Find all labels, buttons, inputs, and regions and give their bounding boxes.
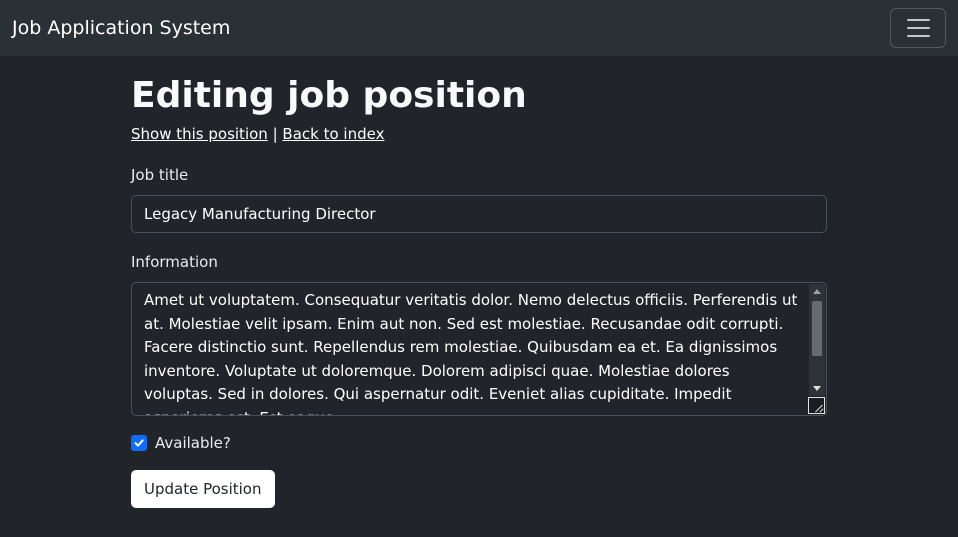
back-to-index-link[interactable]: Back to index xyxy=(282,125,384,143)
navbar: Job Application System xyxy=(0,0,958,56)
page-links: Show this position | Back to index xyxy=(131,124,827,144)
scrollbar-thumb[interactable] xyxy=(812,301,822,356)
navbar-toggler-button[interactable] xyxy=(890,8,946,48)
page-title: Editing job position xyxy=(131,75,527,116)
update-position-button[interactable]: Update Position xyxy=(131,470,275,508)
scroll-down-arrow-icon[interactable] xyxy=(813,386,821,391)
link-separator: | xyxy=(272,125,278,143)
hamburger-menu-icon-bar xyxy=(906,35,930,37)
information-label: Information xyxy=(131,253,218,271)
information-value: Amet ut voluptatem. Consequatur veritati… xyxy=(144,291,798,415)
textarea-scrollbar[interactable] xyxy=(809,284,825,396)
job-title-label: Job title xyxy=(131,166,189,184)
show-position-link[interactable]: Show this position xyxy=(131,125,268,143)
available-checkbox[interactable] xyxy=(131,435,147,451)
information-textarea[interactable]: Amet ut voluptatem. Consequatur veritati… xyxy=(131,282,827,416)
navbar-brand[interactable]: Job Application System xyxy=(12,17,230,39)
job-title-value: Legacy Manufacturing Director xyxy=(144,205,376,223)
job-title-input[interactable]: Legacy Manufacturing Director xyxy=(131,195,827,233)
scroll-up-arrow-icon[interactable] xyxy=(813,289,821,294)
resize-handle-icon[interactable] xyxy=(808,397,825,414)
hamburger-menu-icon-bar xyxy=(906,19,930,21)
available-field: Available? xyxy=(131,434,827,452)
available-label: Available? xyxy=(155,434,231,452)
main-content: Editing job position Show this position … xyxy=(131,56,827,508)
hamburger-menu-icon-bar xyxy=(906,27,930,29)
checkmark-icon xyxy=(134,439,144,447)
